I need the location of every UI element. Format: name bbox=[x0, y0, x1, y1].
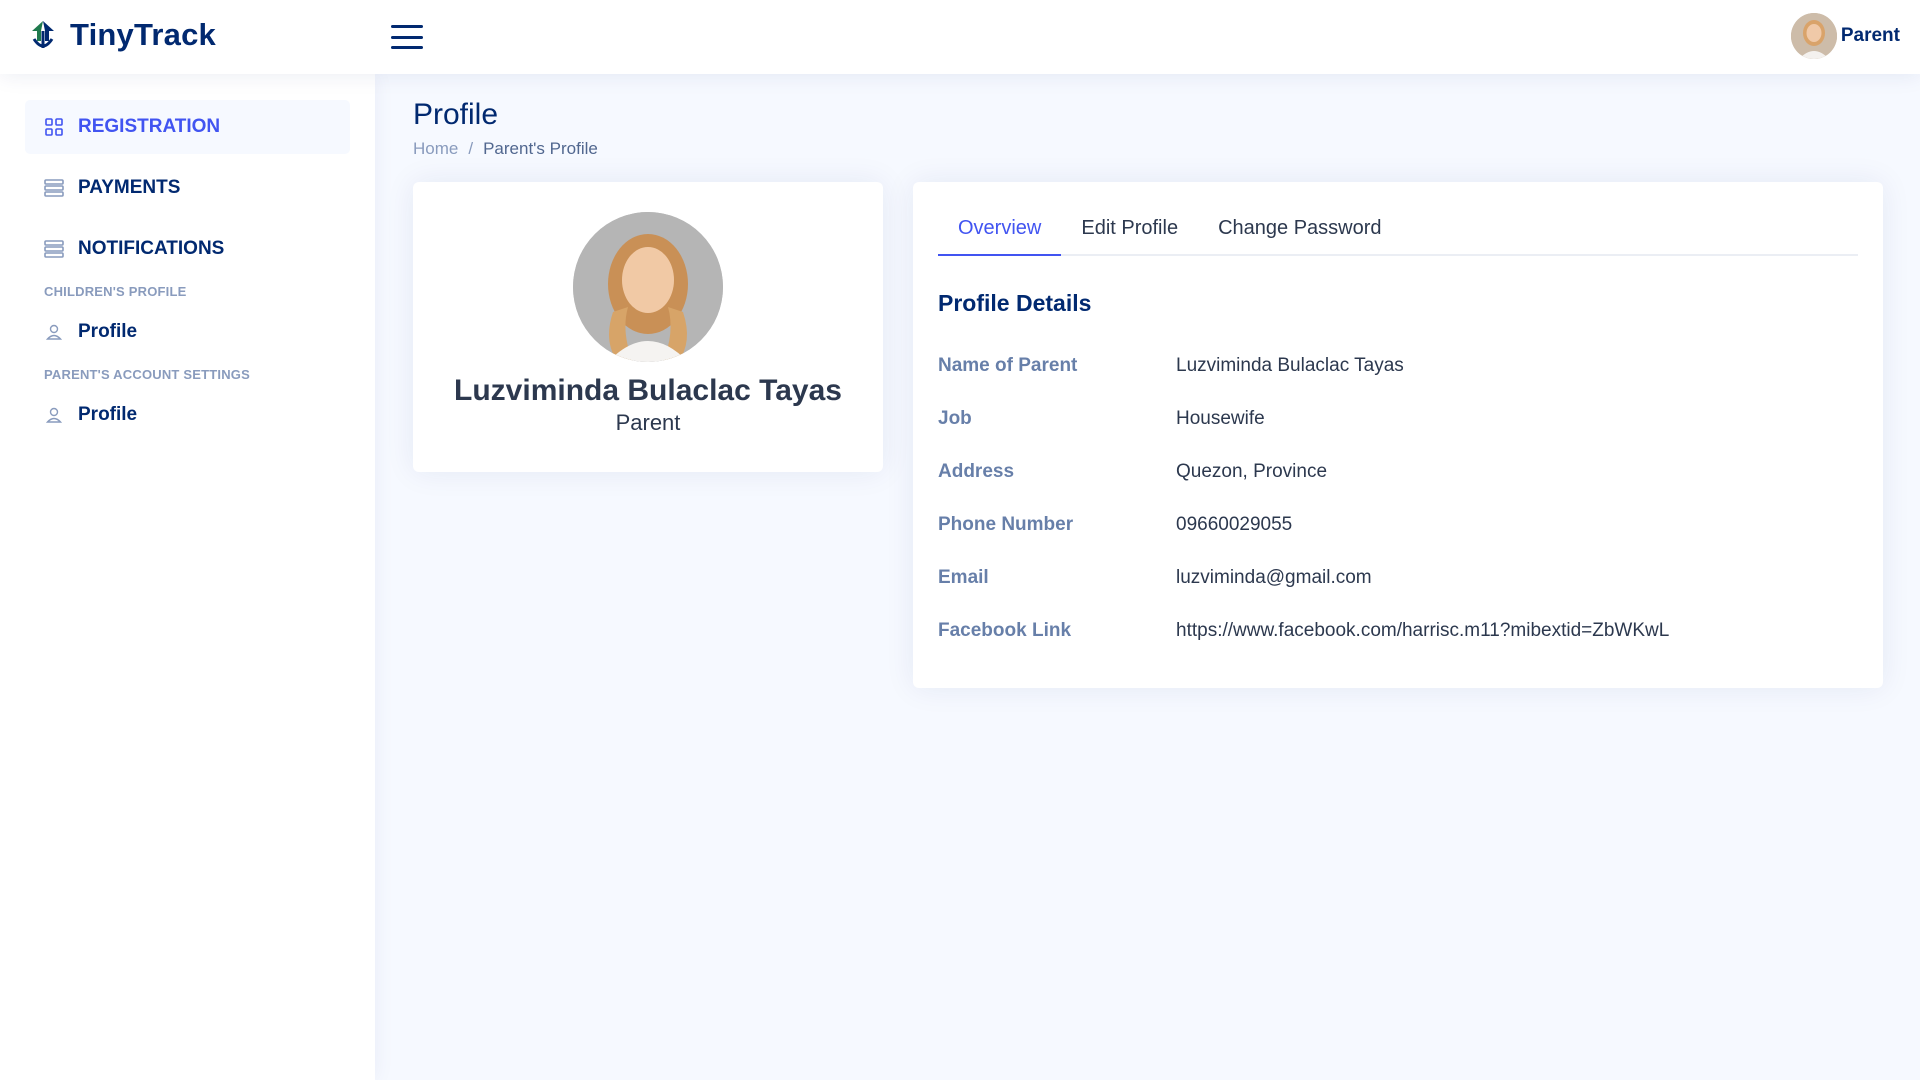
person-icon bbox=[44, 405, 64, 425]
profile-name: Luzviminda Bulaclac Tayas bbox=[454, 374, 842, 407]
profile-tabs: Overview Edit Profile Change Password bbox=[938, 208, 1858, 256]
logo-icon bbox=[32, 21, 54, 48]
top-header: TinyTrack Parent bbox=[0, 0, 1920, 74]
breadcrumb: Home / Parent's Profile bbox=[413, 139, 598, 159]
app-logo[interactable]: TinyTrack bbox=[28, 17, 216, 53]
user-menu[interactable]: Parent bbox=[1790, 13, 1900, 59]
detail-row-job: Job Housewife bbox=[938, 392, 1858, 445]
detail-label: Phone Number bbox=[938, 513, 1074, 535]
detail-label: Email bbox=[938, 566, 989, 588]
grid-icon bbox=[44, 117, 64, 137]
sidebar-heading-parents-account-settings: PARENT'S ACCOUNT SETTINGS bbox=[44, 367, 250, 382]
detail-value: luzviminda@gmail.com bbox=[1176, 566, 1372, 588]
page-title: Profile bbox=[413, 98, 499, 131]
sidebar: REGISTRATION PAYMENTS NOTIFICATIONS CHIL… bbox=[0, 74, 375, 1080]
profile-details-card: Overview Edit Profile Change Password Pr… bbox=[913, 182, 1883, 688]
detail-row-name: Name of Parent Luzviminda Bulaclac Tayas bbox=[938, 339, 1858, 392]
breadcrumb-separator: / bbox=[468, 139, 474, 158]
profile-card: Luzviminda Bulaclac Tayas Parent bbox=[413, 182, 883, 472]
tab-edit-profile[interactable]: Edit Profile bbox=[1061, 208, 1198, 254]
detail-row-email: Email luzviminda@gmail.com bbox=[938, 551, 1858, 604]
profile-avatar bbox=[573, 212, 723, 362]
sidebar-item-parent-profile[interactable]: Profile bbox=[25, 392, 350, 438]
section-title: Profile Details bbox=[938, 290, 1092, 316]
sidebar-item-label: PAYMENTS bbox=[78, 177, 181, 198]
detail-value[interactable]: https://www.facebook.com/harrisc.m11?mib… bbox=[1176, 620, 1669, 642]
list-icon bbox=[44, 178, 64, 198]
detail-row-facebook: Facebook Link https://www.facebook.com/h… bbox=[938, 604, 1858, 657]
user-name: Parent bbox=[1840, 25, 1900, 46]
breadcrumb-current: Parent's Profile bbox=[483, 139, 598, 158]
detail-row-phone: Phone Number 09660029055 bbox=[938, 498, 1858, 551]
detail-value: Quezon, Province bbox=[1176, 460, 1328, 482]
sidebar-item-label: REGISTRATION bbox=[78, 116, 221, 137]
sidebar-item-label: Profile bbox=[78, 404, 138, 425]
breadcrumb-home-link[interactable]: Home bbox=[413, 139, 458, 159]
hamburger-menu-icon[interactable] bbox=[391, 25, 423, 49]
sidebar-heading-childrens-profile: CHILDREN'S PROFILE bbox=[44, 284, 187, 299]
profile-role: Parent bbox=[615, 410, 681, 435]
user-avatar bbox=[1790, 13, 1837, 59]
person-icon bbox=[44, 322, 64, 342]
tab-change-password[interactable]: Change Password bbox=[1198, 208, 1401, 254]
list-icon bbox=[44, 239, 64, 259]
detail-row-address: Address Quezon, Province bbox=[938, 445, 1858, 498]
sidebar-item-label: NOTIFICATIONS bbox=[78, 238, 225, 259]
detail-value: 09660029055 bbox=[1176, 513, 1293, 535]
sidebar-item-notifications[interactable]: NOTIFICATIONS bbox=[25, 222, 350, 276]
sidebar-item-registration[interactable]: REGISTRATION bbox=[25, 100, 350, 154]
details-list: Name of Parent Luzviminda Bulaclac Tayas… bbox=[938, 339, 1858, 657]
detail-label: Job bbox=[938, 407, 972, 429]
detail-label: Name of Parent bbox=[938, 354, 1078, 376]
detail-value: Luzviminda Bulaclac Tayas bbox=[1176, 354, 1404, 376]
sidebar-item-label: Profile bbox=[78, 321, 138, 342]
detail-value: Housewife bbox=[1176, 407, 1265, 429]
tab-overview[interactable]: Overview bbox=[938, 208, 1062, 256]
sidebar-item-payments[interactable]: PAYMENTS bbox=[25, 161, 350, 215]
sidebar-item-children-profile[interactable]: Profile bbox=[25, 309, 350, 355]
app-name: TinyTrack bbox=[70, 17, 216, 52]
detail-label: Address bbox=[938, 460, 1015, 482]
detail-label: Facebook Link bbox=[938, 619, 1072, 641]
